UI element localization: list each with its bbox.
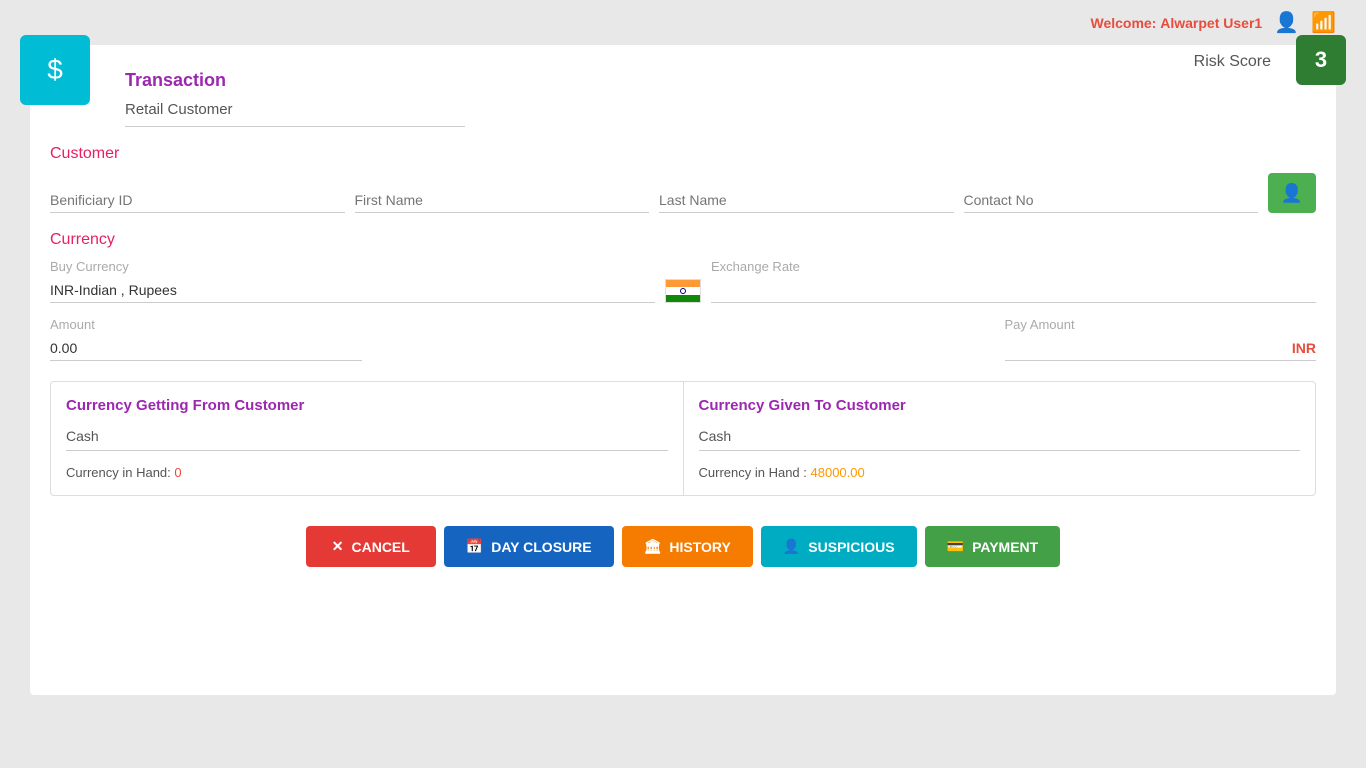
action-buttons: ✕ CANCEL 📅 DAY CLOSURE 🏛 HISTORY 👤 SUSPI… <box>50 516 1316 572</box>
india-flag <box>665 279 701 303</box>
pay-amount-group: Pay Amount INR <box>1005 317 1317 361</box>
transaction-title: Transaction <box>125 65 1316 91</box>
risk-score-value: 3 <box>1315 47 1327 73</box>
first-name-input[interactable] <box>355 188 650 213</box>
pay-amount-currency: INR <box>1292 340 1316 356</box>
currency-given-field: Cash <box>699 428 1301 451</box>
currency-getting-field: Cash <box>66 428 668 451</box>
customer-section-title: Customer <box>50 145 1316 163</box>
flag-chakra <box>680 288 686 294</box>
day-closure-icon: 📅 <box>466 538 483 555</box>
currency-given-panel: Currency Given To Customer Cash Currency… <box>684 382 1316 495</box>
flag-orange-stripe <box>666 280 700 287</box>
history-button[interactable]: 🏛 HISTORY <box>622 526 753 567</box>
customer-form-row: 👤 <box>50 173 1316 213</box>
payment-label: PAYMENT <box>972 539 1038 555</box>
currency-section-title: Currency <box>50 231 1316 249</box>
currency-getting-in-hand: Currency in Hand: 0 <box>66 465 668 480</box>
main-container: $ Risk Score 3 Transaction Retail Custom… <box>30 45 1336 695</box>
bottom-panels: Currency Getting From Customer Cash Curr… <box>50 381 1316 496</box>
suspicious-button[interactable]: 👤 SUSPICIOUS <box>761 526 917 567</box>
buy-currency-label: Buy Currency <box>50 259 655 274</box>
amount-row: Amount Pay Amount INR <box>50 317 1316 361</box>
risk-score-label: Risk Score <box>1194 53 1271 71</box>
search-customer-button[interactable]: 👤 <box>1268 173 1316 213</box>
flag-white-stripe <box>666 287 700 294</box>
currency-getting-title: Currency Getting From Customer <box>66 397 668 414</box>
risk-score-box: 3 <box>1296 35 1346 85</box>
pay-amount-value: INR <box>1005 336 1317 361</box>
beneficiary-id-input[interactable] <box>50 188 345 213</box>
history-label: HISTORY <box>669 539 730 555</box>
wifi-icon: 📶 <box>1311 10 1336 35</box>
day-closure-label: DAY CLOSURE <box>491 539 591 555</box>
amount-group: Amount <box>50 317 362 361</box>
top-bar: Welcome: Alwarpet User1 👤 📶 <box>0 0 1366 45</box>
person-search-icon: 👤 <box>1281 183 1303 204</box>
flag-green-stripe <box>666 295 700 302</box>
last-name-group <box>659 188 954 213</box>
payment-icon: 💳 <box>947 538 964 555</box>
contact-no-input[interactable] <box>964 188 1259 213</box>
transaction-icon-box: $ <box>20 35 90 105</box>
amount-label: Amount <box>50 317 362 332</box>
payment-button[interactable]: 💳 PAYMENT <box>925 526 1061 567</box>
buy-currency-input[interactable] <box>50 278 655 303</box>
currency-given-in-hand: Currency in Hand : 48000.00 <box>699 465 1301 480</box>
buy-currency-row: Buy Currency Exchange Rate <box>50 259 1316 303</box>
contact-no-group <box>964 188 1259 213</box>
dollar-icon: $ <box>47 54 63 86</box>
welcome-text: Welcome: Alwarpet User1 <box>1090 15 1262 31</box>
currency-given-title: Currency Given To Customer <box>699 397 1301 414</box>
retail-customer: Retail Customer <box>125 101 465 127</box>
last-name-input[interactable] <box>659 188 954 213</box>
currency-getting-panel: Currency Getting From Customer Cash Curr… <box>51 382 684 495</box>
exchange-rate-input[interactable] <box>711 278 1316 303</box>
beneficiary-id-group <box>50 188 345 213</box>
day-closure-button[interactable]: 📅 DAY CLOSURE <box>444 526 614 567</box>
amount-input[interactable] <box>50 336 362 361</box>
currency-given-hand-value: 48000.00 <box>811 465 865 480</box>
first-name-group <box>355 188 650 213</box>
buy-currency-group: Buy Currency <box>50 259 655 303</box>
cancel-label: CANCEL <box>351 539 409 555</box>
pay-amount-label: Pay Amount <box>1005 317 1317 332</box>
cancel-icon: ✕ <box>332 538 344 555</box>
exchange-rate-label: Exchange Rate <box>711 259 1316 274</box>
history-icon: 🏛 <box>644 538 662 555</box>
cancel-button[interactable]: ✕ CANCEL <box>306 526 436 567</box>
suspicious-icon: 👤 <box>783 538 800 555</box>
currency-given-hand-label: Currency in Hand : <box>699 465 807 480</box>
exchange-rate-group: Exchange Rate <box>711 259 1316 303</box>
suspicious-label: SUSPICIOUS <box>808 539 894 555</box>
user-icon: 👤 <box>1274 10 1299 35</box>
currency-getting-hand-value: 0 <box>174 465 181 480</box>
user-name: Alwarpet User1 <box>1160 15 1262 31</box>
currency-getting-hand-label: Currency in Hand: <box>66 465 171 480</box>
welcome-label: Welcome: <box>1090 15 1156 31</box>
